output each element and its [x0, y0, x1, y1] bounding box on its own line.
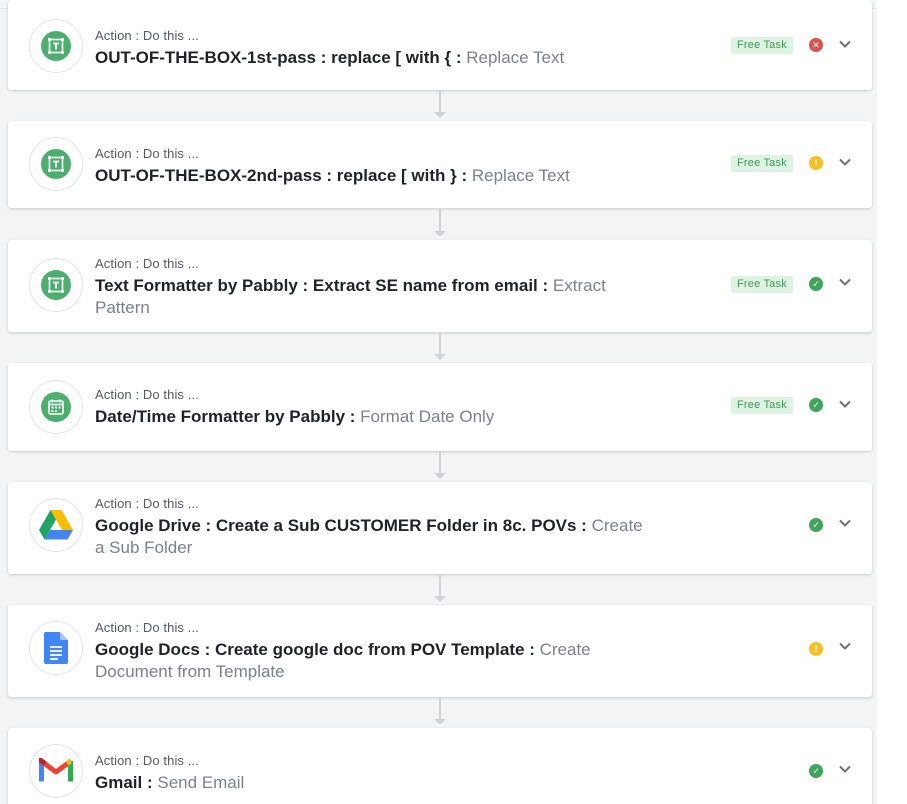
- chevron-down-icon[interactable]: [837, 638, 853, 654]
- step-connector: [439, 451, 441, 473]
- step-app-name: Text Formatter by Pabbly : Extract SE na…: [95, 276, 549, 295]
- step-title: Date/Time Formatter by Pabbly : Format D…: [95, 406, 655, 428]
- right-gutter: [877, 0, 907, 804]
- chevron-down-icon[interactable]: [837, 515, 853, 531]
- gmail-icon: [29, 744, 83, 798]
- step-app-name: Gmail :: [95, 773, 153, 792]
- chevron-down-icon[interactable]: [837, 36, 853, 52]
- step-title: Google Drive : Create a Sub CUSTOMER Fol…: [95, 515, 655, 559]
- chevron-down-icon[interactable]: [837, 396, 853, 412]
- step-title: OUT-OF-THE-BOX-1st-pass : replace [ with…: [95, 47, 655, 69]
- connector-arrow: [434, 719, 446, 725]
- step-action-name: Replace Text: [466, 48, 565, 67]
- workflow-canvas: Action : Do this ... OUT-OF-THE-BOX-1st-…: [0, 0, 907, 804]
- step-app-name: Date/Time Formatter by Pabbly :: [95, 407, 356, 426]
- step-title: Google Docs : Create google doc from POV…: [95, 639, 655, 683]
- status-success-icon: ✓: [809, 518, 823, 532]
- step-subtitle: Action : Do this ...: [95, 620, 199, 635]
- text-formatter-icon: [29, 258, 83, 312]
- free-task-badge: Free Task: [731, 397, 793, 414]
- text-formatter-icon: [29, 19, 83, 73]
- workflow-step-1[interactable]: Action : Do this ... OUT-OF-THE-BOX-1st-…: [8, 0, 872, 90]
- connector-arrow: [434, 112, 446, 118]
- step-action-name: Send Email: [157, 773, 245, 792]
- connector-arrow: [434, 473, 446, 479]
- chevron-down-icon[interactable]: [837, 154, 853, 170]
- step-connector: [439, 90, 441, 112]
- step-connector: [439, 574, 441, 596]
- step-title: Text Formatter by Pabbly : Extract SE na…: [95, 275, 655, 319]
- step-subtitle: Action : Do this ...: [95, 753, 199, 768]
- free-task-badge: Free Task: [731, 155, 793, 172]
- step-app-name: OUT-OF-THE-BOX-1st-pass : replace [ with…: [95, 48, 462, 67]
- status-success-icon: ✓: [809, 277, 823, 291]
- step-app-name: Google Drive : Create a Sub CUSTOMER Fol…: [95, 516, 587, 535]
- step-title: Gmail : Send Email: [95, 772, 655, 794]
- connector-arrow: [434, 231, 446, 237]
- status-warning-icon: !: [809, 642, 823, 656]
- status-success-icon: ✓: [809, 398, 823, 412]
- free-task-badge: Free Task: [731, 276, 793, 293]
- connector-arrow: [434, 354, 446, 360]
- calendar-icon: [29, 380, 83, 434]
- step-connector: [439, 208, 441, 231]
- workflow-step-7[interactable]: Action : Do this ... Gmail : Send Email …: [8, 728, 872, 804]
- step-subtitle: Action : Do this ...: [95, 146, 199, 161]
- workflow-step-6[interactable]: Action : Do this ... Google Docs : Creat…: [8, 605, 872, 697]
- step-connector: [439, 332, 441, 354]
- status-error-icon: ✕: [809, 38, 823, 52]
- step-action-name: Replace Text: [471, 166, 570, 185]
- workflow-step-3[interactable]: Action : Do this ... Text Formatter by P…: [8, 240, 872, 332]
- step-app-name: Google Docs : Create google doc from POV…: [95, 640, 535, 659]
- step-connector: [439, 697, 441, 719]
- status-success-icon: ✓: [809, 764, 823, 778]
- step-app-name: OUT-OF-THE-BOX-2nd-pass : replace [ with…: [95, 166, 468, 185]
- connector-arrow: [434, 596, 446, 602]
- chevron-down-icon[interactable]: [837, 274, 853, 290]
- workflow-step-4[interactable]: Action : Do this ... Date/Time Formatter…: [8, 363, 872, 451]
- workflow-step-2[interactable]: Action : Do this ... OUT-OF-THE-BOX-2nd-…: [8, 121, 872, 208]
- text-formatter-icon: [29, 137, 83, 191]
- step-title: OUT-OF-THE-BOX-2nd-pass : replace [ with…: [95, 165, 655, 187]
- free-task-badge: Free Task: [731, 37, 793, 54]
- step-action-name: Format Date Only: [360, 407, 495, 426]
- step-subtitle: Action : Do this ...: [95, 387, 199, 402]
- step-subtitle: Action : Do this ...: [95, 496, 199, 511]
- status-warning-icon: !: [809, 156, 823, 170]
- chevron-down-icon[interactable]: [837, 761, 853, 777]
- workflow-step-5[interactable]: Action : Do this ... Google Drive : Crea…: [8, 482, 872, 574]
- step-subtitle: Action : Do this ...: [95, 28, 199, 43]
- step-subtitle: Action : Do this ...: [95, 256, 199, 271]
- google-docs-icon: [29, 621, 83, 675]
- google-drive-icon: [29, 498, 83, 552]
